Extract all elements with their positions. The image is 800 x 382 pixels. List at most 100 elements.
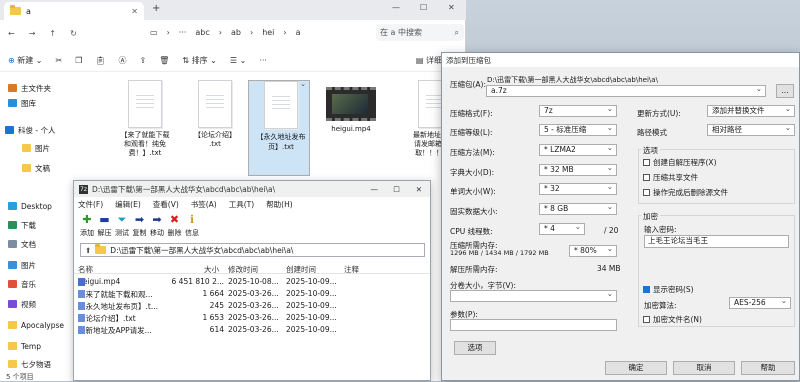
col-modified[interactable]: 修改时间 [228, 264, 258, 275]
breadcrumb-hei[interactable]: hei [262, 28, 274, 37]
table-row[interactable]: heigui.mp4 6 451 810 2... 2025-10-08... 202… [74, 276, 430, 288]
sort-button[interactable]: ⇅ 排序 ⌄ [182, 55, 217, 66]
col-size[interactable]: 大小 [204, 264, 219, 275]
breadcrumb-abc[interactable]: abc [195, 28, 209, 37]
copy-icon[interactable]: ❐ [75, 56, 82, 65]
maximize-icon[interactable]: ☐ [393, 185, 400, 194]
level-select[interactable]: 5 - 标准压缩 [539, 123, 617, 136]
monitor-icon: ▭ [150, 28, 158, 37]
address-bar[interactable]: ▭ › ··· abc › ab › hei › a [150, 24, 372, 41]
file-tile[interactable]: 【永久地址发布 页】.txt [248, 79, 310, 176]
sidebar-item[interactable]: 科俊 - 个人 [5, 123, 55, 137]
file-tile[interactable]: 【论坛介绍】 .txt [184, 80, 246, 176]
sidebar-item[interactable]: 视频 [8, 297, 36, 311]
breadcrumb-a[interactable]: a [296, 28, 301, 37]
view-button[interactable]: ☰ ⌄ [230, 56, 246, 65]
info-icon: ℹ [189, 213, 195, 226]
password-input[interactable]: 上毛王论坛当毛王 [644, 235, 789, 248]
sidebar-item[interactable]: Apocalypse [8, 318, 64, 332]
dict-select[interactable]: * 32 MB [539, 163, 617, 176]
refresh-icon[interactable]: ↻ [70, 29, 77, 38]
forward-icon[interactable]: → [29, 29, 36, 38]
table-row[interactable]: 【来了就能下载和观... 1 664 2025-03-26... 2025-10-09… [74, 288, 430, 300]
update-select[interactable]: 添加并替换文件 [707, 104, 795, 117]
browse-button[interactable]: ... [776, 84, 794, 98]
menu-item[interactable]: 帮助(H) [266, 199, 293, 210]
method-select[interactable]: * LZMA2 [539, 143, 617, 156]
archive-name-input[interactable]: a.7z [486, 84, 766, 97]
minimize-icon[interactable]: — [371, 185, 379, 194]
sidebar-item[interactable]: Temp [8, 339, 41, 353]
params-input[interactable] [450, 319, 617, 331]
more-options-icon[interactable]: ··· [259, 56, 267, 65]
tool-button[interactable]: ℹ 信息 [182, 214, 202, 238]
split-select[interactable] [450, 289, 617, 302]
file-name-line: .txt [209, 140, 221, 148]
sidebar-item[interactable]: 文稿 [22, 161, 50, 175]
table-row[interactable]: 【永久地址发布页】.t... 245 2025-03-26... 2025-10-09… [74, 300, 430, 312]
sidebar-item[interactable]: 图库 [8, 96, 36, 110]
menu-item[interactable]: 查看(V) [153, 199, 179, 210]
up-folder-icon[interactable]: ⬆ [85, 246, 91, 255]
back-icon[interactable]: ← [8, 29, 15, 38]
new-tab-icon[interactable]: + [152, 3, 160, 14]
table-row[interactable]: 【论坛介绍】.txt 1 653 2025-03-26... 2025-10-09..… [74, 312, 430, 324]
sidebar-item[interactable]: Desktop [8, 199, 52, 213]
search-input[interactable]: 在 a 中搜索 ⌕ [376, 24, 464, 41]
mem-percent-select[interactable]: * 80% [569, 244, 617, 257]
help-button[interactable]: 帮助 [741, 361, 795, 375]
up-icon[interactable]: ↑ [49, 29, 56, 38]
file-tile[interactable]: heigui.mp4 [320, 80, 382, 176]
share-icon[interactable]: ⇪ [140, 56, 147, 65]
close-tab-icon[interactable]: ✕ [131, 7, 138, 16]
chevron-right-icon: › [218, 28, 222, 37]
cut-icon[interactable]: ✂ [56, 56, 63, 65]
table-row[interactable]: 最新地址及APP请发... 614 2025-03-26... 2025-10-09.… [74, 324, 430, 336]
new-button[interactable]: ⊕ 新建 ⌄ [8, 55, 43, 66]
sidebar-item[interactable]: 下载 [8, 218, 36, 232]
paste-icon[interactable]: 📋︎ [95, 56, 105, 65]
rename-icon[interactable]: Ⓐ [119, 55, 127, 66]
options-button[interactable]: 选项 [454, 341, 496, 355]
more-icon[interactable]: ··· [179, 28, 187, 37]
sidebar-item[interactable]: 主文件夹 [8, 81, 51, 95]
col-comment[interactable]: 注释 [344, 264, 359, 275]
delete-icon[interactable]: 🗑︎ [159, 56, 169, 65]
minimize-icon[interactable]: — [392, 3, 400, 12]
breadcrumb-ab[interactable]: ab [231, 28, 241, 37]
col-name[interactable]: 名称 [78, 264, 93, 275]
maximize-icon[interactable]: ☐ [420, 3, 427, 12]
sidebar-item[interactable]: 图片 [22, 141, 50, 155]
sidebar-item[interactable]: 七夕物语 [8, 357, 51, 371]
file-icon [78, 302, 85, 310]
close-window-icon[interactable]: ✕ [416, 185, 422, 194]
menu-item[interactable]: 编辑(E) [115, 199, 141, 210]
format-select[interactable]: 7z [539, 104, 617, 117]
solid-select[interactable]: * 8 GB [539, 202, 617, 215]
delete-source-checkbox[interactable]: 操作完成后删除源文件 [643, 187, 728, 198]
path-bar[interactable]: ⬆ D:\迅雷下载\第一部黑人大战华女\abcd\abc\ab\hei\a\ [80, 243, 425, 257]
word-select[interactable]: * 32 [539, 182, 617, 195]
file-name-line: 【来了就能下载 [120, 131, 170, 139]
show-password-checkbox[interactable]: 显示密码(S) [643, 284, 694, 295]
menu-item[interactable]: 工具(T) [229, 199, 254, 210]
cell-size: 245 [209, 301, 224, 310]
enc-method-select[interactable]: AES-256 [729, 296, 791, 309]
shared-checkbox[interactable]: 压缩共享文件 [643, 172, 698, 183]
sidebar-item[interactable]: 图片 [8, 258, 36, 272]
cancel-button[interactable]: 取消 [673, 361, 735, 375]
search-icon: ⌕ [454, 27, 459, 37]
sidebar-item[interactable]: 音乐 [8, 277, 36, 291]
explorer-tab[interactable]: a ✕ [4, 2, 144, 20]
ok-button[interactable]: 确定 [605, 361, 667, 375]
menu-item[interactable]: 文件(F) [78, 199, 103, 210]
cpu-select[interactable]: * 4 [539, 222, 585, 235]
sidebar-item[interactable]: 文档 [8, 237, 36, 251]
file-tile[interactable]: 【来了就能下载 和观看！纯免 费！】.txt [114, 80, 176, 176]
sfx-checkbox[interactable]: 创建自解压程序(X) [643, 157, 717, 168]
pathmode-select[interactable]: 相对路径 [707, 123, 795, 136]
close-window-icon[interactable]: ✕ [448, 3, 455, 12]
col-created[interactable]: 创建时间 [286, 264, 316, 275]
menu-item[interactable]: 书签(A) [191, 199, 217, 210]
encrypt-names-checkbox[interactable]: 加密文件名(N) [643, 314, 702, 325]
